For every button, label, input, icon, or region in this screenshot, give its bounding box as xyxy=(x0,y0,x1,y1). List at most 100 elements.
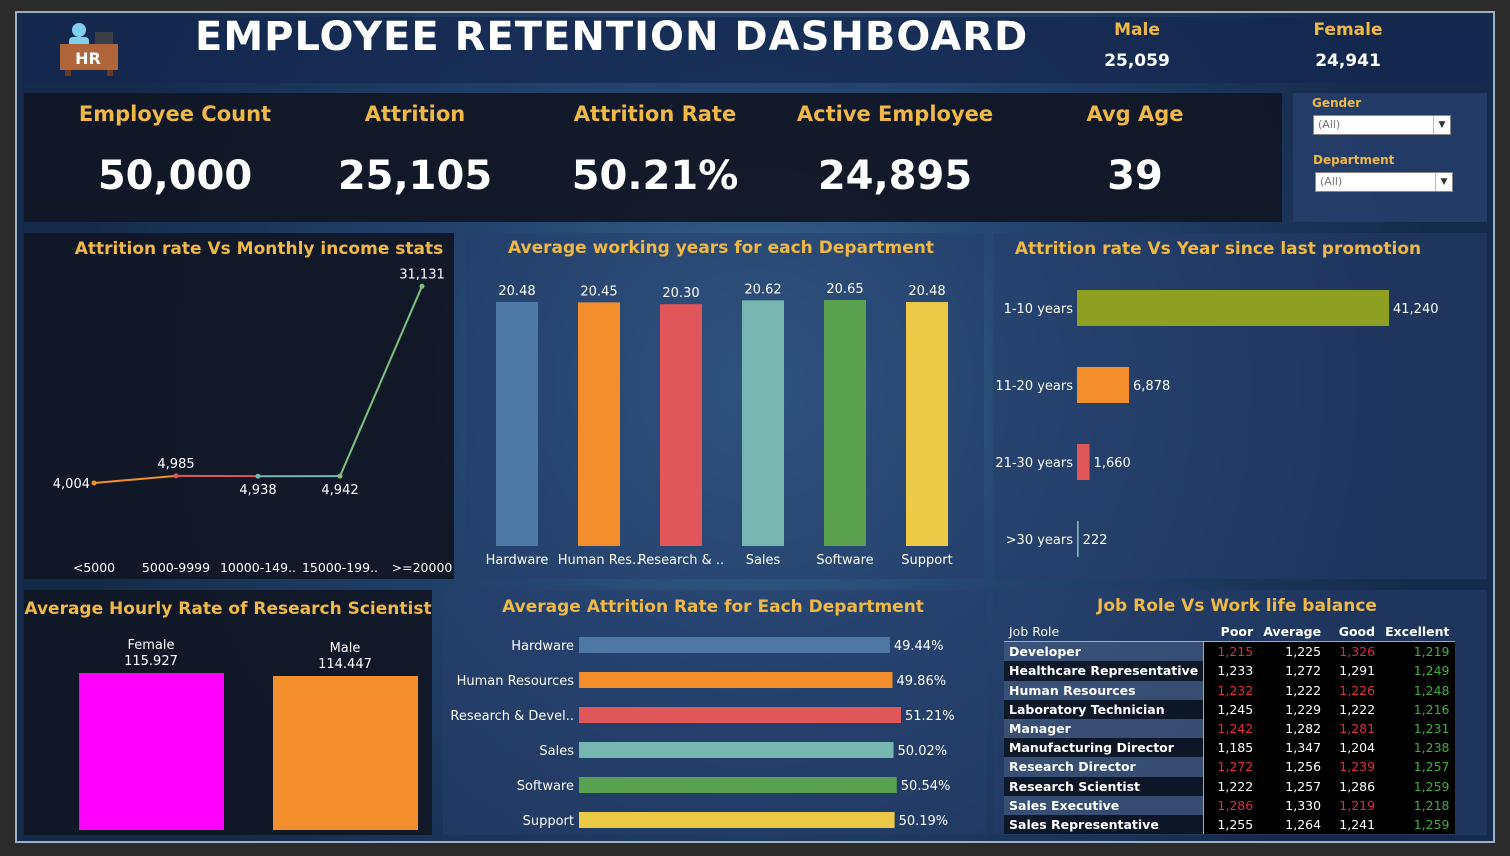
value-cell: 1,281 xyxy=(1326,718,1381,739)
table-row: Sales Representative 1,255 1,264 1,241 1,259 xyxy=(1004,814,1455,835)
x-tick-label: Sales xyxy=(746,553,781,568)
bar xyxy=(579,777,897,793)
value-cell: 1,248 xyxy=(1380,680,1455,700)
working-years-bar-chart: 20.48 Hardware 20.45 Human Res.. 20.30 Resear… xyxy=(486,282,953,568)
y-tick-label: 1-10 years xyxy=(1004,302,1074,317)
value-cell: 1,291 xyxy=(1326,661,1381,681)
bar xyxy=(579,637,890,653)
chevron-down-icon[interactable]: ▼ xyxy=(1435,173,1452,191)
kpi-label: Attrition xyxy=(364,102,466,126)
x-tick-label: Hardware xyxy=(486,553,549,568)
value-cell: 1,347 xyxy=(1258,738,1327,758)
y-tick-label: Sales xyxy=(539,744,574,759)
value-cell: 1,219 xyxy=(1326,795,1381,815)
job-role-cell: Manager xyxy=(1004,718,1205,739)
bar xyxy=(579,707,901,723)
x-tick-label: 15000-199.. xyxy=(302,560,378,575)
data-label: 114.447 xyxy=(318,657,372,672)
column-header: Poor xyxy=(1203,622,1259,643)
hr-logo-text: HR xyxy=(75,49,101,68)
x-tick-label: <5000 xyxy=(73,560,115,575)
table-row: Manager 1,242 1,282 1,281 1,231 xyxy=(1004,718,1455,739)
column-header: Good xyxy=(1326,622,1381,643)
data-label: 31,131 xyxy=(399,267,445,282)
department-filter-select[interactable]: (All) ▼ xyxy=(1315,172,1453,192)
income-line-chart: 4,004 4,985 4,938 4,942 31,131 <5000 5000-9999… xyxy=(53,267,453,575)
value-cell: 1,229 xyxy=(1258,699,1327,719)
value-cell: 1,241 xyxy=(1326,814,1381,835)
dashboard-title: EMPLOYEE RETENTION DASHBOARD xyxy=(195,14,1029,60)
male-value: 25,059 xyxy=(1104,51,1170,71)
female-value: 24,941 xyxy=(1315,51,1381,71)
data-label: 20.45 xyxy=(580,284,617,299)
gender-filter-select[interactable]: (All) ▼ xyxy=(1313,115,1451,135)
data-label: 20.48 xyxy=(498,284,535,299)
data-label: 20.62 xyxy=(744,282,781,297)
value-cell: 1,226 xyxy=(1326,680,1381,700)
line-segment xyxy=(339,285,423,477)
value-cell: 1,222 xyxy=(1258,680,1327,700)
data-label: 49.44% xyxy=(894,639,944,654)
y-tick-label: 21-30 years xyxy=(995,456,1073,471)
data-point xyxy=(173,473,179,479)
bar xyxy=(1077,290,1389,326)
data-point xyxy=(91,480,97,486)
department-filter-label: Department xyxy=(1313,153,1395,167)
table-row: Laboratory Technician 1,245 1,229 1,222 1,21… xyxy=(1004,699,1455,719)
y-tick-label: Research & Devel.. xyxy=(450,709,574,724)
y-tick-label: Hardware xyxy=(511,639,574,654)
promotion-bar-chart: 41,240 1-10 years 6,878 11-20 years 1,660 21-… xyxy=(995,290,1439,557)
x-tick-label: Research & .. xyxy=(638,553,724,568)
data-point xyxy=(337,473,343,479)
data-label: 50.02% xyxy=(898,744,948,759)
hr-logo: HR xyxy=(55,20,121,78)
chevron-down-icon[interactable]: ▼ xyxy=(1433,116,1450,134)
bar xyxy=(578,302,620,546)
bar xyxy=(579,742,894,758)
job-role-cell: Healthcare Representative xyxy=(1004,661,1205,681)
value-cell: 1,231 xyxy=(1380,718,1455,739)
value-cell: 1,326 xyxy=(1326,641,1381,662)
attrition-dept-bar-chart: 49.44% Hardware 49.86% Human Resources 51.21… xyxy=(450,637,955,829)
value-cell: 1,264 xyxy=(1258,814,1327,835)
data-label: 50.19% xyxy=(899,814,949,829)
table-row: Healthcare Representative 1,233 1,272 1,291… xyxy=(1004,661,1455,681)
bar xyxy=(79,673,224,830)
line-segment xyxy=(93,474,177,484)
job-role-cell: Laboratory Technician xyxy=(1004,699,1205,719)
bar xyxy=(824,300,866,546)
x-tick-label: Male xyxy=(330,641,361,656)
value-cell: 1,286 xyxy=(1203,795,1259,815)
data-label: 20.65 xyxy=(826,282,863,297)
value-cell: 1,272 xyxy=(1203,757,1259,777)
x-tick-label: Female xyxy=(127,638,174,653)
kpi-label: Attrition Rate xyxy=(573,102,737,126)
y-tick-label: Support xyxy=(523,814,574,829)
data-label: 49.86% xyxy=(897,674,947,689)
value-cell: 1,272 xyxy=(1258,661,1327,681)
value-cell: 1,257 xyxy=(1380,757,1455,777)
data-label: 115.927 xyxy=(124,654,178,669)
y-tick-label: >30 years xyxy=(1006,533,1074,548)
data-label: 20.30 xyxy=(662,286,699,301)
table-row: Research Scientist 1,222 1,257 1,286 1,259 xyxy=(1004,776,1455,796)
kpi-value: 39 xyxy=(1107,153,1163,199)
x-tick-label: 5000-9999 xyxy=(142,560,210,575)
job-role-cell: Sales Executive xyxy=(1004,795,1205,815)
bar xyxy=(273,676,418,830)
female-label: Female xyxy=(1313,20,1383,40)
value-cell: 1,219 xyxy=(1380,641,1455,662)
table-row: Developer 1,215 1,225 1,326 1,219 xyxy=(1004,641,1455,662)
bar xyxy=(579,672,893,688)
value-cell: 1,238 xyxy=(1380,738,1455,758)
data-label: 20.48 xyxy=(908,284,945,299)
chart-title: Average working years for each Departmen… xyxy=(508,238,934,258)
bar xyxy=(906,302,948,546)
gender-filter-value: (All) xyxy=(1318,118,1341,131)
department-filter-value: (All) xyxy=(1320,175,1343,188)
kpi-label: Avg Age xyxy=(1086,102,1184,126)
x-tick-label: Human Res.. xyxy=(558,553,641,568)
bar xyxy=(496,302,538,546)
data-label: 6,878 xyxy=(1133,379,1170,394)
table-row: Human Resources 1,232 1,222 1,226 1,248 xyxy=(1004,680,1455,700)
